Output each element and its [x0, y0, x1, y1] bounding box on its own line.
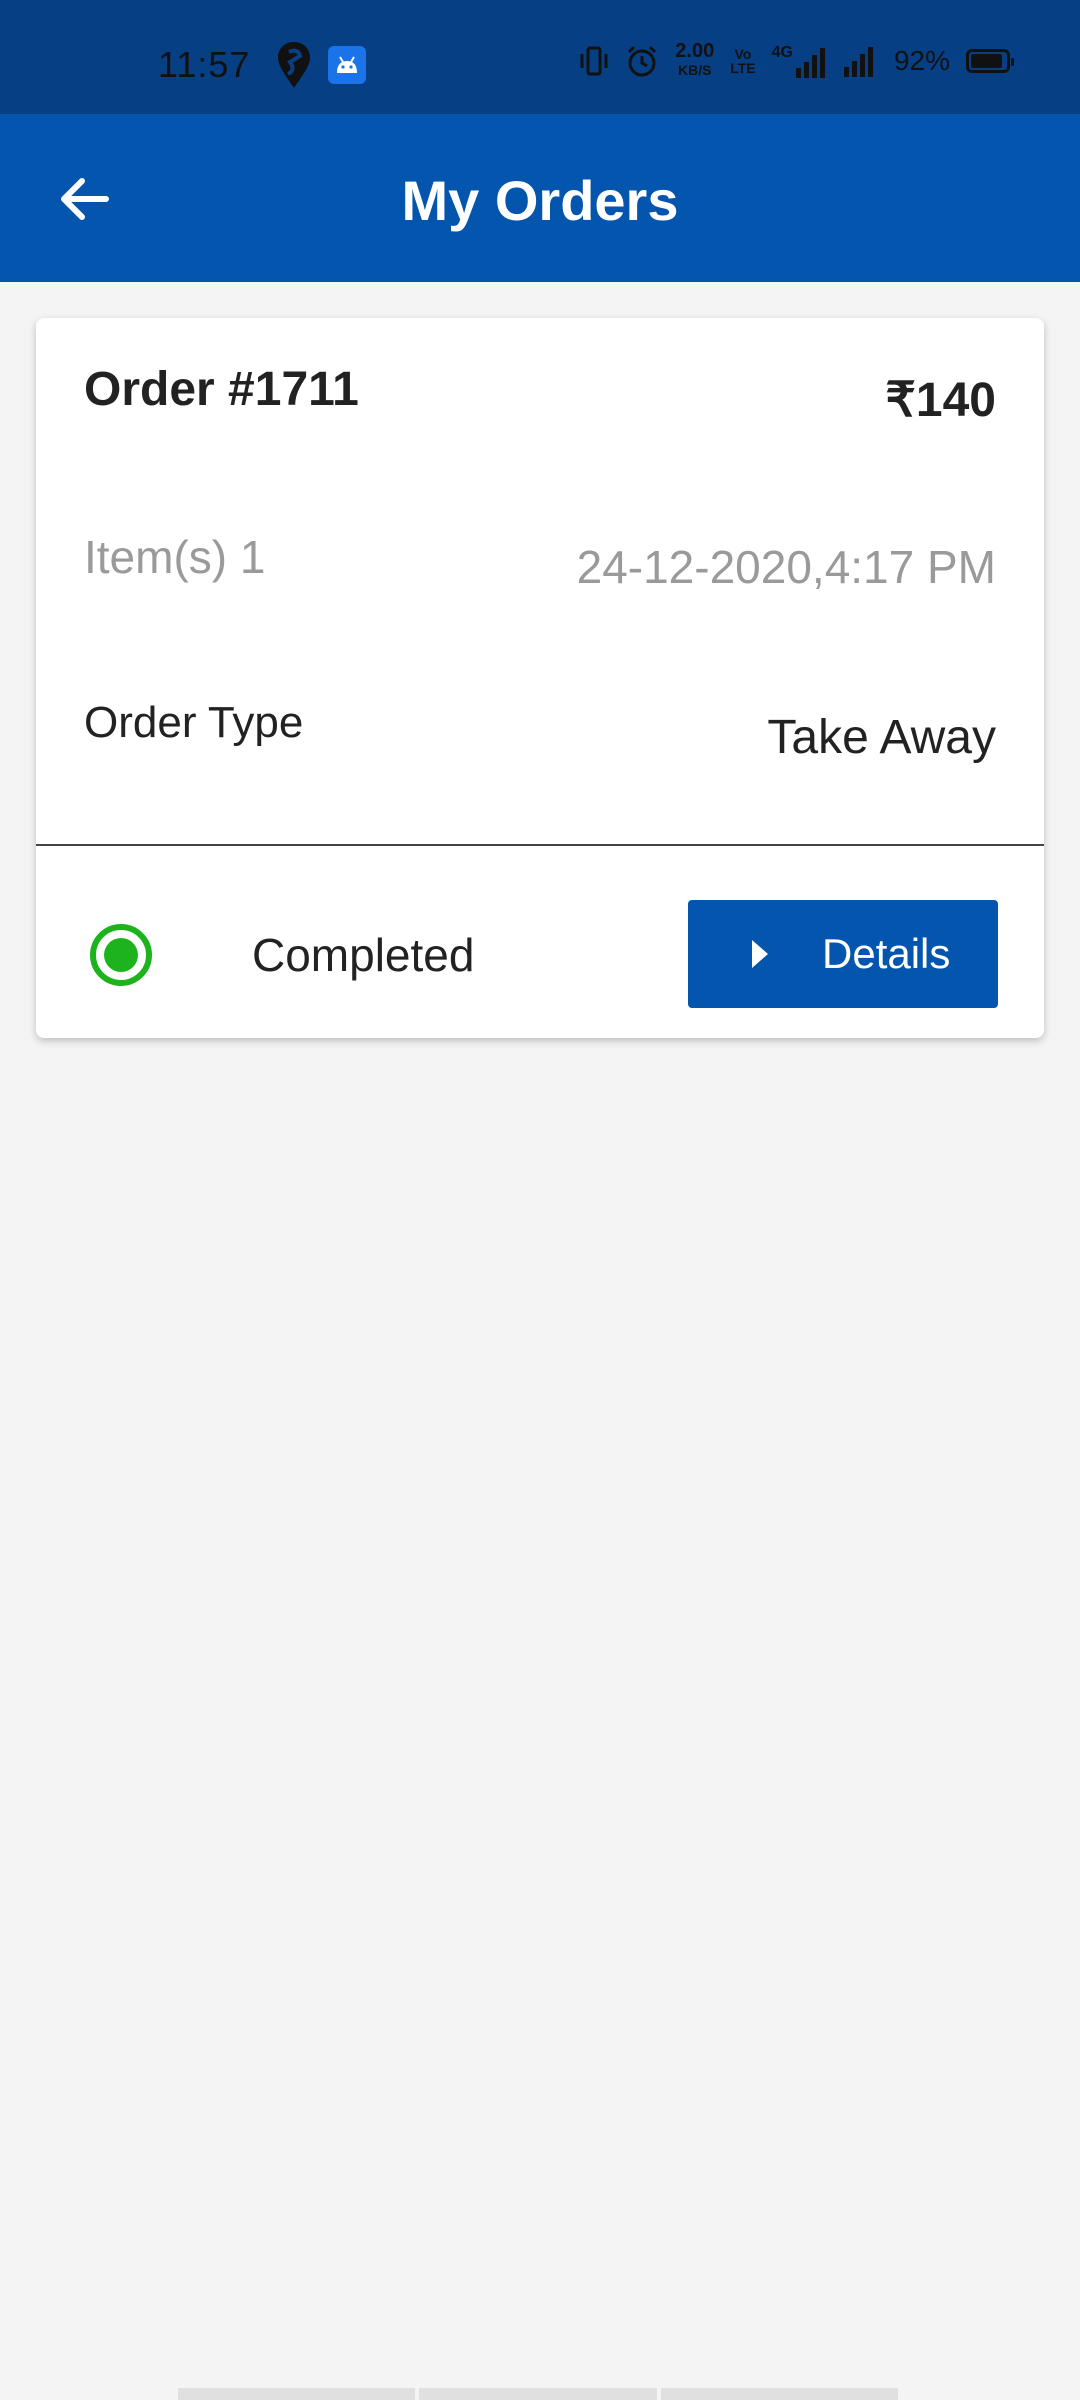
vibrate-icon [580, 46, 608, 76]
android-app-icon [328, 46, 366, 84]
net-speed-unit: KB/S [678, 62, 712, 78]
page-title: My Orders [401, 169, 679, 232]
volte-indicator: Vo LTE [730, 46, 756, 76]
signal-icon [795, 48, 825, 78]
order-number: Order #1711 [84, 363, 359, 416]
signal-icon-2 [843, 47, 873, 77]
order-type-value: Take Away [767, 711, 996, 764]
order-status: Completed [252, 929, 475, 981]
order-amount: ₹140 [885, 374, 996, 427]
order-datetime: 24-12-2020,4:17 PM [576, 541, 996, 593]
card-divider [36, 844, 1044, 846]
network-4g: 4G [772, 44, 826, 78]
play-arrow-icon [752, 940, 768, 968]
alarm-icon [628, 45, 657, 77]
status-bar: 11:57 2.00 KB/S Vo LTE 4G 92% [0, 0, 1080, 114]
status-time: 11:57 [158, 44, 251, 85]
net-speed: 2.00 KB/S [675, 40, 715, 80]
battery-percent: 92% [893, 45, 950, 76]
status-completed-icon [90, 924, 152, 986]
navigation-handle[interactable] [178, 2388, 902, 2400]
swiggy-icon [278, 42, 310, 88]
order-card[interactable]: Order #1711 ₹140 Item(s) 1 24-12-2020,4:… [36, 318, 1044, 1038]
items-count: Item(s) 1 [84, 531, 266, 583]
battery-icon [966, 49, 1014, 73]
order-type-label: Order Type [84, 698, 304, 747]
details-button-label: Details [822, 930, 951, 977]
notification-icons [276, 40, 366, 90]
app-bar: My Orders [0, 114, 1080, 282]
net-speed-value: 2.00 [675, 40, 715, 62]
system-status-icons: 2.00 KB/S Vo LTE 4G 92% [579, 40, 1014, 80]
network-type: 4G [771, 44, 793, 61]
details-button[interactable]: Details [688, 900, 998, 1008]
